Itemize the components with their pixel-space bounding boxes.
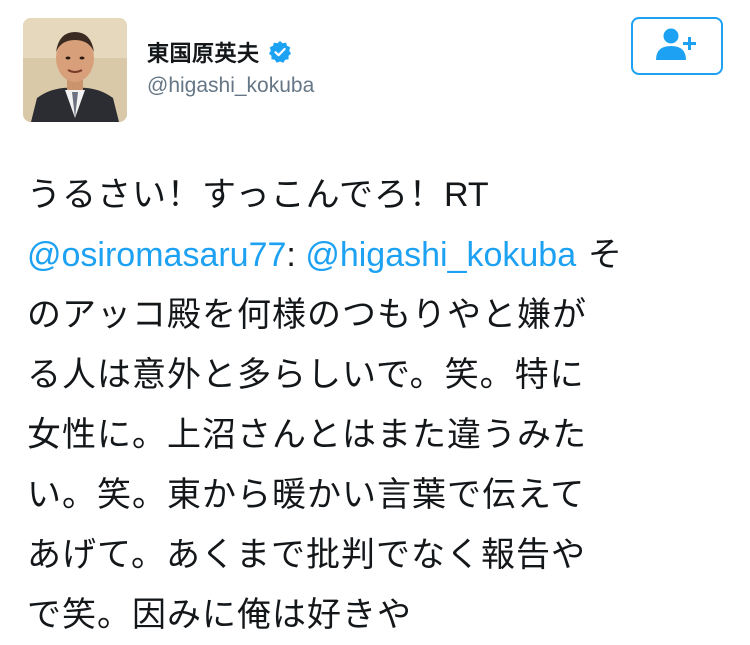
tweet-line: い。笑。東から暖かい言葉で伝えて	[27, 475, 586, 515]
mention-link[interactable]: @osiromasaru77	[27, 236, 286, 274]
tweet-line: うるさい！すっこんでろ！RT	[27, 165, 727, 225]
follow-button[interactable]	[631, 17, 723, 75]
tweet-header: 東国原英夫 @higashi_kokuba	[0, 0, 750, 140]
author-handle[interactable]: @higashi_kokuba	[147, 74, 314, 98]
author-avatar[interactable]	[23, 18, 127, 122]
author-name-row: 東国原英夫	[147, 36, 292, 68]
tweet-line: で笑。因みに俺は好きや	[27, 595, 412, 635]
tweet-line: る人は意外と多らしいで。笑。特に	[27, 355, 585, 395]
tweet-text-segment: そ	[576, 235, 623, 275]
tweet-line: のアッコ殿を何様のつもりやと嫌が	[27, 295, 587, 335]
retweet-marker: RT	[443, 176, 489, 214]
tweet-text-segment: うるさい！すっこんでろ！	[27, 175, 444, 215]
tweet-line: あげて。あくまで批判でなく報告や	[27, 535, 586, 575]
tweet-line: @osiromasaru77: @higashi_kokuba そ	[27, 225, 727, 285]
tweet-text: うるさい！すっこんでろ！RT @osiromasaru77: @higashi_…	[27, 165, 727, 645]
add-person-icon	[654, 27, 700, 65]
tweet-text-segment: :	[286, 236, 306, 274]
author-display-name[interactable]: 東国原英夫	[147, 36, 260, 68]
verified-badge-icon	[268, 40, 292, 64]
mention-link[interactable]: @higashi_kokuba	[305, 236, 576, 274]
tweet-line: 女性に。上沼さんとはまた違うみた	[27, 415, 587, 455]
